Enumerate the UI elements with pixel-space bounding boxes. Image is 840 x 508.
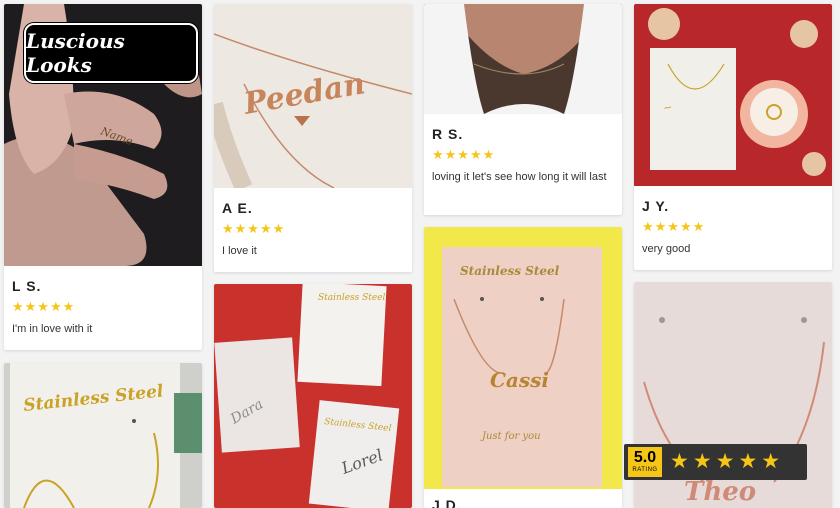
- review-photo[interactable]: Peedan: [214, 4, 412, 188]
- review-photo[interactable]: Stainless Steel Cassi Just for you: [424, 227, 622, 489]
- review-text: I'm in love with it: [12, 323, 93, 335]
- pendant-name: Cassi: [490, 368, 549, 392]
- review-card[interactable]: Stainless Steel Cassi Just for you J D.: [424, 227, 622, 508]
- card-tagline: Just for you: [480, 431, 541, 442]
- review-card[interactable]: Peedan A E. ★★★★★ I love it: [214, 4, 412, 272]
- star-rating-icon: ★★★★★: [12, 299, 76, 314]
- review-card[interactable]: R S. ★★★★★ loving it let's see how long …: [424, 4, 622, 215]
- star-rating-icon: ★★★★★: [642, 219, 706, 234]
- reviewer-name: J Y.: [642, 198, 670, 214]
- review-card[interactable]: Stainless Steel Stainless Steel Dara Lor…: [214, 284, 412, 508]
- pendant-name: Theo: [684, 477, 756, 507]
- card-label: Stainless Steel: [318, 293, 386, 303]
- review-card[interactable]: Stainless Steel: [4, 363, 202, 508]
- review-text: I love it: [222, 245, 257, 257]
- reviewer-name: R S.: [432, 126, 464, 142]
- rating-label: RATING: [632, 467, 658, 473]
- review-text: very good: [642, 243, 691, 255]
- review-card[interactable]: ~ J Y. ★★★★★ very good: [634, 4, 832, 270]
- star-rating-icon: ★★★★★: [432, 147, 496, 162]
- reviewer-name: J D.: [432, 497, 462, 508]
- brand-logo[interactable]: Luscious Looks: [24, 23, 198, 83]
- reviewer-name: A E.: [222, 200, 253, 216]
- star-rating-icon: ★★★★★: [222, 221, 286, 236]
- rating-stars-icon: ★★★★★: [670, 450, 785, 473]
- review-text: loving it let's see how long it will las…: [432, 171, 607, 183]
- review-photo[interactable]: Stainless Steel Stainless Steel Dara Lor…: [214, 284, 412, 508]
- rating-badge[interactable]: 5.0 RATING ★★★★★: [624, 444, 807, 480]
- review-photo[interactable]: [424, 4, 622, 114]
- rating-score: 5.0: [633, 449, 657, 466]
- rating-score-box: 5.0 RATING: [628, 447, 662, 477]
- review-photo[interactable]: ~: [634, 4, 832, 186]
- card-label: Stainless Steel: [460, 264, 560, 278]
- review-photo[interactable]: Stainless Steel: [4, 363, 202, 508]
- reviewer-name: L S.: [12, 278, 42, 294]
